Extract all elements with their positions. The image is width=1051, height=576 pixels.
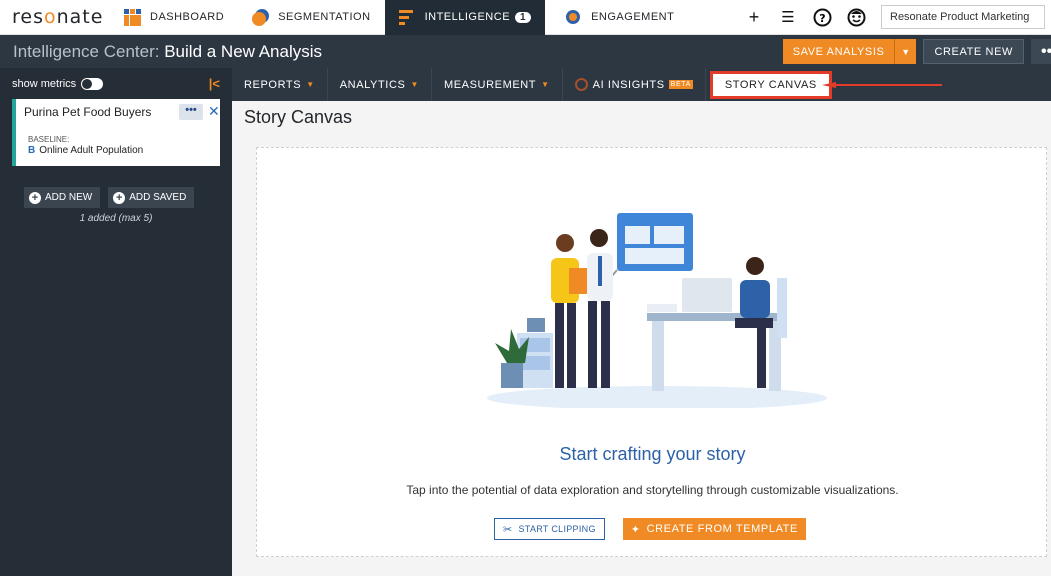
tab-ai-insights-label: AI INSIGHTS [592, 78, 665, 91]
show-metrics-toggle[interactable] [81, 77, 104, 90]
beta-badge: BETA [668, 80, 693, 89]
audience-menu-button[interactable]: ••• [179, 104, 203, 120]
page-title: Intelligence Center: Build a New Analysi… [0, 42, 322, 62]
tab-intelligence-label: INTELLIGENCE [424, 11, 511, 23]
collapse-sidebar-icon[interactable]: |< [209, 76, 220, 91]
tab-analytics[interactable]: ANALYTICS ▼ [328, 68, 432, 101]
sidebar-header: show metrics |< [0, 68, 232, 99]
sidebar: show metrics |< Purina Pet Food Buyers •… [0, 68, 232, 576]
tab-intelligence[interactable]: INTELLIGENCE 1 [384, 0, 546, 35]
tab-story-canvas[interactable]: STORY CANVAS [709, 70, 832, 99]
resonate-logo[interactable]: resonate [0, 6, 112, 28]
add-new-label: ADD NEW [45, 192, 93, 203]
page-title-text: Build a New Analysis [164, 41, 323, 61]
organization-select[interactable]: Resonate Product Marketing [881, 5, 1045, 29]
empty-state-description: Tap into the potential of data explorati… [406, 483, 899, 497]
user-face-icon[interactable] [845, 6, 867, 28]
engagement-icon [565, 9, 582, 26]
add-saved-label: ADD SAVED [129, 192, 187, 203]
help-icon[interactable]: ? [811, 6, 833, 28]
tab-engagement-label: ENGAGEMENT [591, 11, 675, 23]
ai-insights-icon [574, 78, 588, 91]
team-illustration [487, 213, 827, 408]
intelligence-icon [398, 9, 416, 26]
segmentation-icon [252, 8, 270, 26]
tab-measurement[interactable]: MEASUREMENT ▼ [432, 68, 563, 101]
plus-circle-icon: + [113, 191, 126, 204]
sidebar-actions: + ADD NEW + ADD SAVED [0, 187, 232, 208]
show-metrics-label: show metrics [12, 77, 77, 90]
chevron-down-icon[interactable]: ▼ [894, 39, 916, 64]
chevron-down-icon: ▼ [410, 80, 419, 89]
remove-audience-icon[interactable]: ✕ [208, 103, 220, 120]
chevron-down-icon: ▼ [541, 80, 550, 89]
story-canvas-title: Story Canvas [244, 107, 353, 127]
page-title-prefix: Intelligence Center: [13, 41, 160, 61]
tab-ai-insights[interactable]: AI INSIGHTS BETA [563, 68, 706, 101]
plus-circle-icon: + [29, 191, 41, 204]
baseline-label: BASELINE: [28, 135, 70, 144]
create-from-template-button[interactable]: ✦ CREATE FROM TEMPLATE [622, 518, 806, 540]
tab-dashboard[interactable]: DASHBOARD [112, 0, 238, 35]
svg-text:?: ? [819, 12, 825, 25]
save-analysis-button[interactable]: SAVE ANALYSIS ▼ [782, 39, 917, 64]
add-new-button[interactable]: + ADD NEW [24, 187, 101, 208]
tab-dashboard-label: DASHBOARD [150, 11, 225, 23]
scissors-icon: ✂ [503, 523, 513, 536]
start-clipping-button[interactable]: ✂ START CLIPPING [494, 518, 605, 540]
tab-reports[interactable]: REPORTS ▼ [232, 68, 328, 101]
tab-segmentation-label: SEGMENTATION [278, 11, 371, 23]
baseline-icon: B [28, 145, 36, 156]
intelligence-count-badge: 1 [515, 11, 532, 23]
empty-state-actions: ✂ START CLIPPING ✦ CREATE FROM TEMPLATE [494, 518, 806, 540]
template-sparkle-icon: ✦ [630, 523, 641, 536]
story-canvas-panel: Start crafting your story Tap into the p… [256, 147, 1047, 557]
add-saved-button[interactable]: + ADD SAVED [108, 187, 195, 208]
tab-reports-label: REPORTS [244, 78, 302, 91]
chevron-down-icon: ▼ [306, 80, 315, 89]
top-navigation: resonate DASHBOARD SEGMENTATION INTELLIG… [0, 0, 1051, 35]
audience-count-note: 1 added (max 5) [79, 213, 153, 224]
create-from-template-label: CREATE FROM TEMPLATE [646, 523, 798, 535]
tab-engagement[interactable]: ENGAGEMENT [545, 0, 688, 35]
title-bar: Intelligence Center: Build a New Analysi… [0, 35, 1051, 68]
plus-icon[interactable]: + [743, 6, 765, 28]
create-new-button[interactable]: CREATE NEW [923, 39, 1024, 64]
baseline-value-text: Online Adult Population [39, 145, 144, 156]
tab-measurement-label: MEASUREMENT [443, 78, 537, 91]
top-right-tools: + ☰ ? Resonate Product Marketing [737, 0, 1051, 35]
tab-analytics-label: ANALYTICS [339, 78, 406, 91]
more-options-button[interactable]: •• [1031, 39, 1051, 64]
baseline-value: B Online Adult Population [28, 145, 143, 156]
list-icon[interactable]: ☰ [777, 6, 799, 28]
empty-state-headline: Start crafting your story [559, 444, 746, 464]
save-analysis-label: SAVE ANALYSIS [792, 45, 885, 58]
tab-segmentation[interactable]: SEGMENTATION [238, 0, 384, 35]
annotation-arrow [822, 82, 942, 88]
dashboard-icon [124, 8, 141, 26]
start-clipping-label: START CLIPPING [518, 524, 596, 534]
audience-card[interactable]: Purina Pet Food Buyers ••• ✕ BASELINE: B… [12, 99, 220, 166]
